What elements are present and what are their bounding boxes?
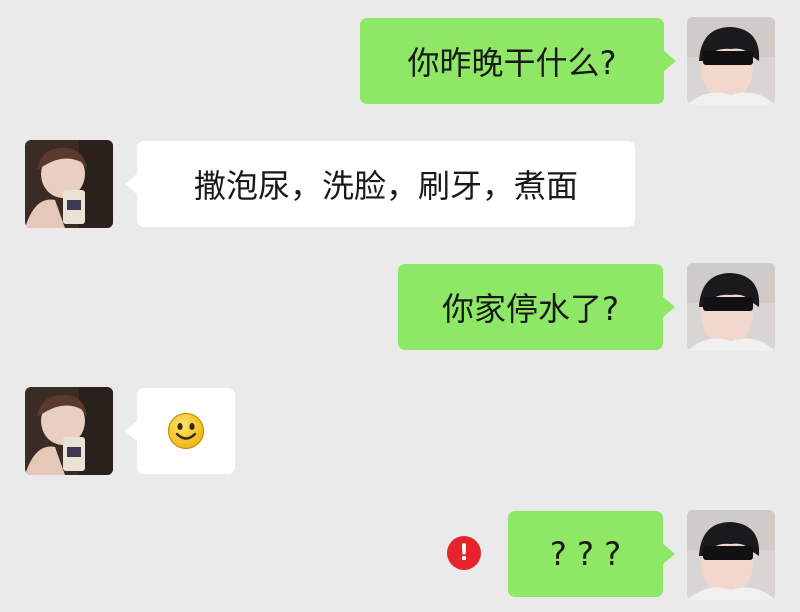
bubble-tail bbox=[662, 296, 675, 318]
contact-avatar[interactable] bbox=[25, 387, 113, 475]
message-bubble-incoming[interactable] bbox=[137, 388, 235, 474]
message-text: ? ? ? bbox=[549, 535, 622, 573]
bubble-tail bbox=[663, 50, 676, 72]
message-bubble-outgoing[interactable]: 你家停水了? bbox=[398, 264, 663, 350]
message-text: 你家停水了? bbox=[442, 290, 619, 328]
bubble-tail bbox=[662, 543, 675, 565]
send-failed-icon[interactable]: ! bbox=[447, 536, 481, 570]
my-avatar[interactable] bbox=[687, 263, 775, 351]
message-text: 你昨晚干什么? bbox=[407, 44, 617, 82]
contact-avatar[interactable] bbox=[25, 140, 113, 228]
smiling-face-emoji-icon bbox=[167, 412, 205, 450]
my-avatar[interactable] bbox=[687, 510, 775, 600]
message-bubble-outgoing[interactable]: 你昨晚干什么? bbox=[360, 18, 664, 104]
message-bubble-outgoing[interactable]: ? ? ? bbox=[508, 511, 663, 597]
message-bubble-incoming[interactable]: 撒泡尿，洗脸，刷牙，煮面 bbox=[137, 141, 635, 227]
message-text: 撒泡尿，洗脸，刷牙，煮面 bbox=[193, 167, 578, 205]
chat-conversation: 你昨晚干什么? 撒泡尿，洗脸，刷牙，煮面 你家停水了? ! ? ? ? bbox=[0, 0, 800, 612]
my-avatar[interactable] bbox=[687, 17, 775, 105]
